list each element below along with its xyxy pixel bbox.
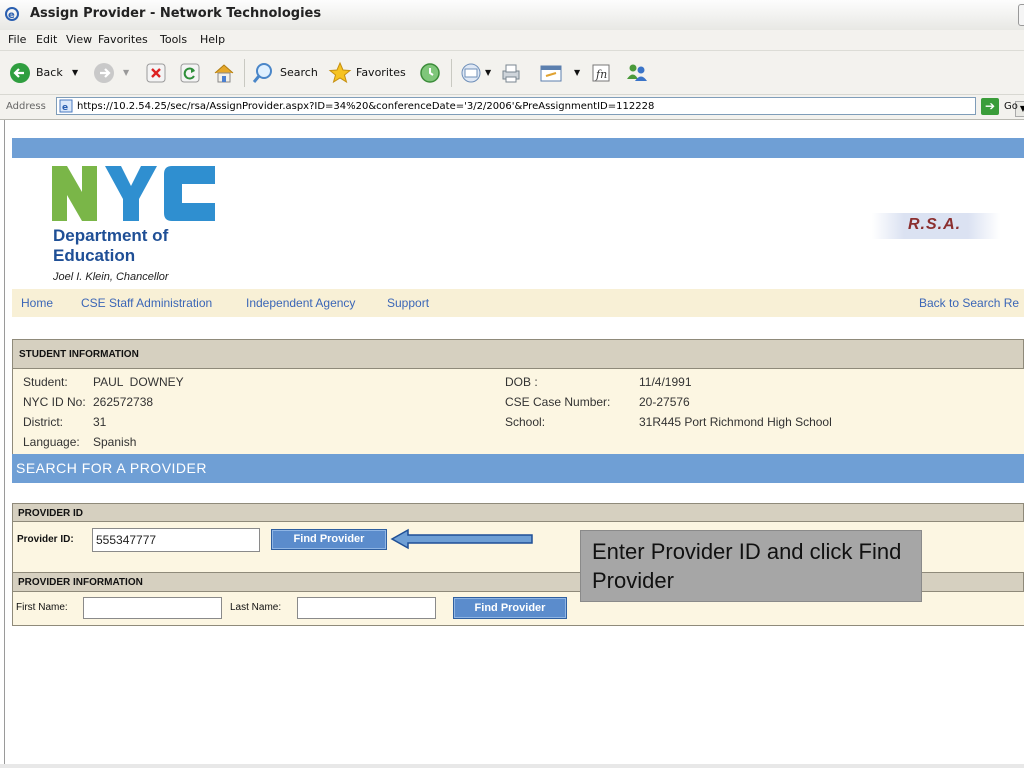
- history-icon[interactable]: [418, 61, 442, 85]
- search-provider-heading: SEARCH FOR A PROVIDER: [16, 460, 207, 476]
- provider-id-header: PROVIDER ID: [12, 503, 1024, 522]
- search-label[interactable]: Search: [280, 66, 318, 79]
- header-band: [12, 138, 1024, 158]
- discuss-icon[interactable]: fn: [590, 61, 614, 85]
- school-label: School:: [505, 415, 546, 429]
- student-info-heading: STUDENT INFORMATION: [19, 349, 139, 360]
- instruction-text: Enter Provider ID and click Find Provide…: [592, 539, 902, 593]
- top-nav: Home CSE Staff Administration Independen…: [12, 289, 1024, 317]
- student-info-header: STUDENT INFORMATION: [12, 339, 1024, 369]
- back-label[interactable]: Back: [36, 66, 63, 79]
- mail-icon[interactable]: [459, 62, 483, 84]
- student-info-panel: Student: PAUL DOWNEY NYC ID No: 26257273…: [12, 369, 1024, 454]
- mail-dropdown-icon[interactable]: ▼: [485, 68, 491, 77]
- cse-case-value: 20-27576: [639, 395, 690, 409]
- search-provider-bar: SEARCH FOR A PROVIDER: [12, 454, 1024, 483]
- language-value: Spanish: [93, 435, 137, 449]
- go-button[interactable]: Go: [1004, 101, 1018, 112]
- browser-toolbar: Back ▼ ▼ Search Favorites ▼ ▼ fn: [0, 51, 1024, 95]
- last-name-label: Last Name:: [230, 602, 282, 613]
- student-name-value: PAUL DOWNEY: [93, 375, 184, 389]
- nyc-id-label: NYC ID No:: [23, 395, 86, 409]
- dept-name: Department of Education: [53, 226, 168, 266]
- menu-file[interactable]: File: [8, 33, 26, 46]
- print-icon[interactable]: [499, 62, 523, 84]
- ie-icon: e: [5, 7, 19, 21]
- favorites-star-icon[interactable]: [328, 61, 352, 85]
- dept-name-line2: Education: [53, 246, 136, 265]
- messenger-icon[interactable]: [624, 61, 650, 85]
- stop-icon[interactable]: [146, 63, 166, 83]
- menu-favorites[interactable]: Favorites: [98, 33, 148, 46]
- back-dropdown-icon[interactable]: ▼: [72, 68, 78, 77]
- window-control-button[interactable]: [1018, 4, 1024, 26]
- cse-case-label: CSE Case Number:: [505, 395, 611, 409]
- nav-support[interactable]: Support: [387, 296, 429, 310]
- student-label: Student:: [23, 375, 68, 389]
- find-provider-button-2[interactable]: Find Provider: [453, 597, 567, 619]
- nav-cse-staff-administration[interactable]: CSE Staff Administration: [81, 296, 212, 310]
- edit-dropdown-icon[interactable]: ▼: [574, 68, 580, 77]
- menu-help[interactable]: Help: [200, 33, 225, 46]
- svg-text:fn: fn: [595, 68, 607, 81]
- address-field[interactable]: e https://10.2.54.25/sec/rsa/AssignProvi…: [56, 97, 1024, 117]
- go-arrow-icon[interactable]: ➔: [981, 98, 999, 115]
- favorites-label[interactable]: Favorites: [356, 66, 406, 79]
- forward-arrow-icon[interactable]: [93, 62, 115, 84]
- first-name-label: First Name:: [16, 602, 68, 613]
- page-icon: e: [59, 99, 73, 113]
- refresh-icon[interactable]: [180, 63, 200, 83]
- provider-id-label: Provider ID:: [17, 534, 74, 545]
- language-label: Language:: [23, 435, 80, 449]
- provider-id-heading: PROVIDER ID: [18, 508, 84, 519]
- menu-edit[interactable]: Edit: [36, 33, 57, 46]
- find-provider-button[interactable]: Find Provider: [271, 529, 387, 550]
- dob-value: 11/4/1991: [639, 375, 692, 389]
- window-title: Assign Provider - Network Technologies: [30, 6, 322, 21]
- chancellor-caption: Joel I. Klein, Chancellor: [53, 271, 169, 283]
- first-name-input[interactable]: [83, 597, 222, 619]
- forward-dropdown-icon[interactable]: ▼: [123, 68, 129, 77]
- last-name-input[interactable]: [297, 597, 436, 619]
- school-value: 31R445 Port Richmond High School: [639, 415, 832, 429]
- nav-independent-agency[interactable]: Independent Agency: [246, 296, 355, 310]
- dept-name-line1: Department of: [53, 226, 169, 245]
- home-icon[interactable]: [212, 61, 236, 85]
- district-label: District:: [23, 415, 63, 429]
- status-bar: [0, 764, 1024, 768]
- rsa-logo-text: R.S.A.: [908, 216, 962, 233]
- pointer-arrow-icon: [390, 528, 533, 550]
- address-url[interactable]: https://10.2.54.25/sec/rsa/AssignProvide…: [77, 101, 654, 112]
- nav-home[interactable]: Home: [21, 296, 53, 310]
- window-title-bar: e Assign Provider - Network Technologies: [0, 0, 1024, 31]
- menu-bar: File Edit View Favorites Tools Help: [0, 30, 1024, 51]
- edit-icon[interactable]: [539, 62, 565, 84]
- provider-id-input[interactable]: [92, 528, 260, 552]
- back-arrow-icon[interactable]: [9, 62, 31, 84]
- nav-back-to-search[interactable]: Back to Search Re: [919, 296, 1019, 310]
- search-icon[interactable]: [251, 62, 275, 84]
- address-label: Address: [6, 101, 46, 112]
- address-bar: Address e https://10.2.54.25/sec/rsa/Ass…: [0, 95, 1024, 120]
- menu-tools[interactable]: Tools: [160, 33, 187, 46]
- rsa-badge: R.S.A.: [872, 213, 1000, 239]
- district-value: 31: [93, 415, 107, 429]
- nyc-id-value: 262572738: [93, 395, 154, 409]
- svg-text:e: e: [8, 10, 15, 21]
- dob-label: DOB :: [505, 375, 538, 389]
- instruction-callout: Enter Provider ID and click Find Provide…: [580, 530, 922, 602]
- provider-info-heading: PROVIDER INFORMATION: [18, 577, 143, 588]
- svg-text:e: e: [62, 103, 68, 113]
- menu-view[interactable]: View: [66, 33, 92, 46]
